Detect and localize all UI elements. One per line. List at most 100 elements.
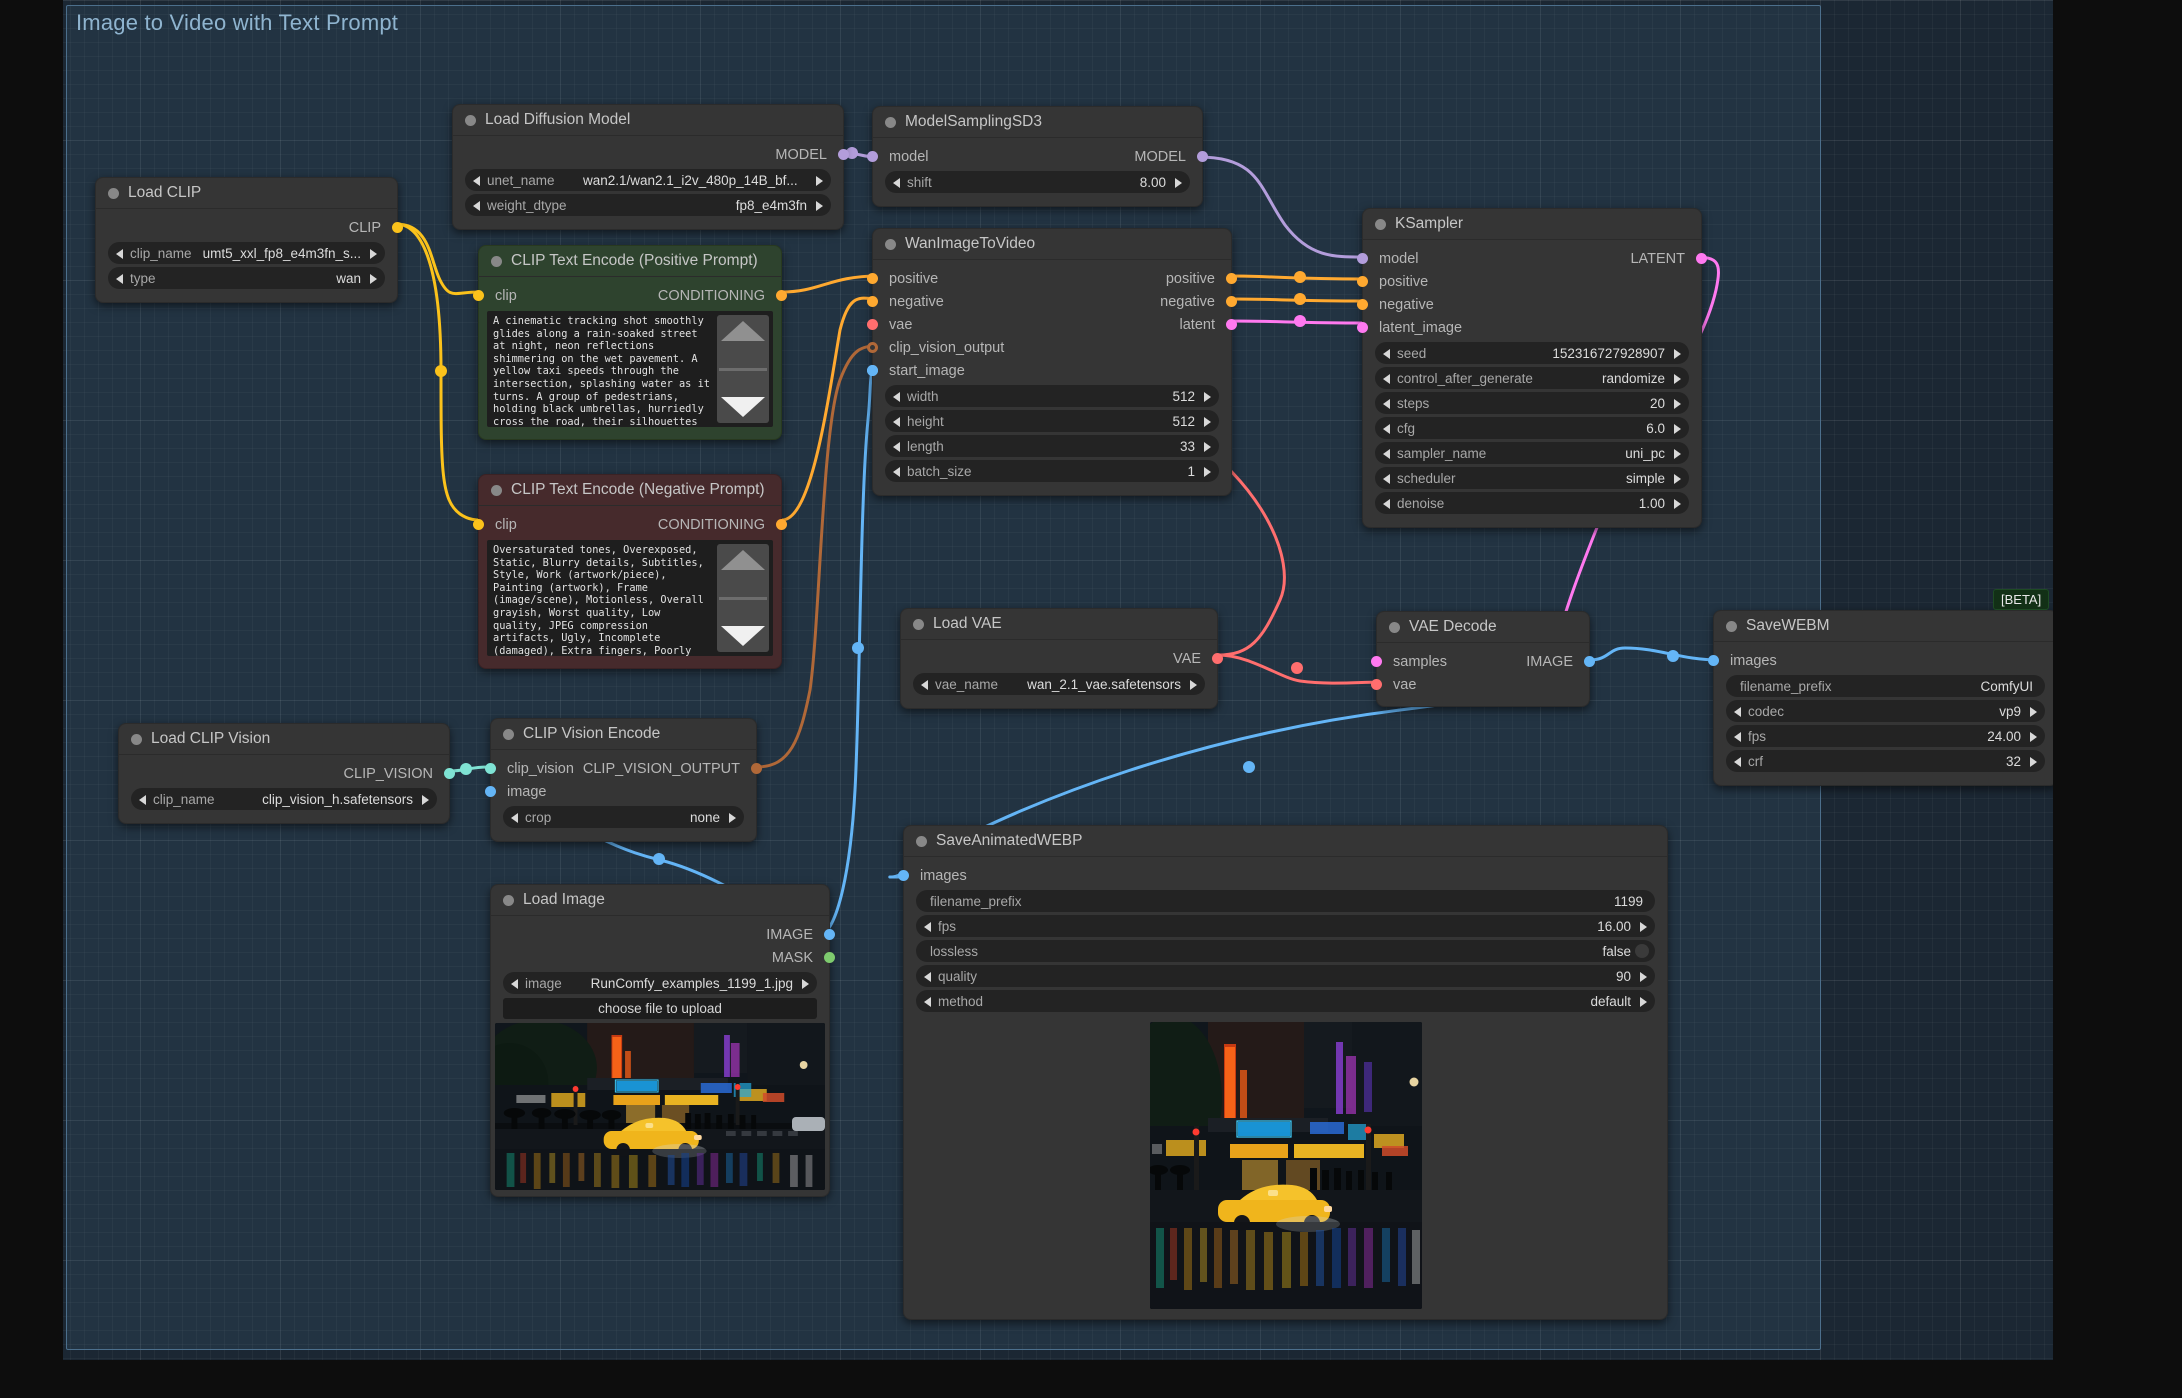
node-wan-image-to-video[interactable]: WanImageToVideo positive positive negati…	[867, 228, 1237, 496]
node-collapse-icon[interactable]	[108, 187, 119, 199]
output-slot-model[interactable]: MODEL	[453, 143, 849, 166]
arrow-right-icon[interactable]	[370, 274, 377, 284]
arrow-left-icon[interactable]	[924, 997, 931, 1007]
input-port-dot[interactable]	[1357, 299, 1368, 310]
arrow-left-icon[interactable]	[473, 176, 480, 186]
output-slot-image[interactable]: IMAGE	[491, 923, 835, 946]
node-collapse-icon[interactable]	[465, 114, 476, 126]
arrow-right-icon[interactable]	[1674, 449, 1681, 459]
input-port-dot[interactable]	[485, 786, 496, 797]
io-slot-row-samples[interactable]: samples IMAGE	[1371, 650, 1595, 673]
widget-type[interactable]: type wan	[108, 267, 385, 289]
io-slot-row-model[interactable]: model MODEL	[867, 145, 1208, 168]
node-load-clip[interactable]: Load CLIP CLIP clip_name umt5_xxl_fp8_e4…	[95, 177, 403, 303]
node-collapse-icon[interactable]	[503, 728, 514, 740]
arrow-right-icon[interactable]	[1640, 922, 1647, 932]
arrow-right-icon[interactable]	[2030, 732, 2037, 742]
input-port-dot[interactable]	[1708, 655, 1719, 666]
widget-crop[interactable]: crop none	[503, 806, 744, 828]
output-port-dot[interactable]	[1197, 151, 1208, 162]
arrow-right-icon[interactable]	[1640, 972, 1647, 982]
io-slot-row-start-image[interactable]: start_image	[867, 359, 1231, 382]
input-port-dot[interactable]	[473, 290, 484, 301]
io-slot-row-vae[interactable]: vae	[1371, 673, 1589, 696]
node-clip-vision-encode[interactable]: CLIP Vision Encode clip_vision CLIP_VISI…	[485, 718, 762, 842]
input-port-dot[interactable]	[485, 763, 496, 774]
node-title-bar[interactable]: VAE Decode	[1377, 612, 1589, 643]
node-load-diffusion-model[interactable]: Load Diffusion Model MODEL unet_name wan…	[452, 104, 849, 230]
widget-steps[interactable]: steps 20	[1375, 392, 1689, 414]
prompt-textarea-wrap[interactable]: Oversaturated tones, Overexposed, Static…	[487, 540, 773, 656]
widget-image[interactable]: image RunComfy_examples_1199_1.jpg	[503, 972, 817, 994]
node-title-bar[interactable]: CLIP Vision Encode	[491, 719, 756, 750]
arrow-left-icon[interactable]	[511, 979, 518, 989]
widget-scheduler[interactable]: scheduler simple	[1375, 467, 1689, 489]
node-collapse-icon[interactable]	[916, 835, 927, 847]
input-port-dot[interactable]	[1357, 253, 1368, 264]
input-port-dot[interactable]	[867, 319, 878, 330]
arrow-right-icon[interactable]	[802, 979, 809, 989]
node-model-sampling-sd3[interactable]: ModelSamplingSD3 model MODEL shift 8.00	[867, 106, 1208, 207]
arrow-left-icon[interactable]	[116, 249, 123, 259]
arrow-left-icon[interactable]	[139, 795, 146, 805]
widget-denoise[interactable]: denoise 1.00	[1375, 492, 1689, 514]
arrow-right-icon[interactable]	[1204, 417, 1211, 427]
node-clip-text-encode-negative[interactable]: CLIP Text Encode (Negative Prompt) clip …	[473, 474, 787, 669]
arrow-left-icon[interactable]	[921, 680, 928, 690]
io-slot-row-negative[interactable]: negative	[1357, 293, 1701, 316]
arrow-left-icon[interactable]	[1383, 499, 1390, 509]
io-slot-row-image[interactable]: image	[485, 780, 756, 803]
io-slot-row-model[interactable]: model LATENT	[1357, 247, 1707, 270]
node-collapse-icon[interactable]	[1375, 218, 1386, 230]
node-collapse-icon[interactable]	[1726, 620, 1737, 632]
widget-codec[interactable]: codec vp9	[1726, 700, 2045, 722]
arrow-right-icon[interactable]	[2030, 757, 2037, 767]
node-collapse-icon[interactable]	[1389, 621, 1400, 633]
output-port-dot[interactable]	[1584, 656, 1595, 667]
arrow-right-icon[interactable]	[1674, 499, 1681, 509]
arrow-right-icon[interactable]	[2030, 707, 2037, 717]
arrow-right-icon[interactable]	[1640, 997, 1647, 1007]
arrow-right-icon[interactable]	[1674, 374, 1681, 384]
output-port-dot[interactable]	[838, 149, 849, 160]
arrow-left-icon[interactable]	[511, 813, 518, 823]
io-slot-row-clip[interactable]: clip CONDITIONING	[473, 513, 787, 536]
arrow-right-icon[interactable]	[422, 795, 429, 805]
arrow-right-icon[interactable]	[816, 176, 823, 186]
arrow-right-icon[interactable]	[1204, 467, 1211, 477]
io-slot-row-latent-image[interactable]: latent_image	[1357, 316, 1701, 339]
widget-fps[interactable]: fps 16.00	[916, 915, 1655, 937]
node-collapse-icon[interactable]	[885, 116, 896, 128]
node-title-bar[interactable]: Load VAE	[901, 609, 1217, 640]
textarea-scrollbar[interactable]	[717, 315, 769, 423]
arrow-left-icon[interactable]	[1383, 399, 1390, 409]
io-slot-row-clip[interactable]: clip CONDITIONING	[473, 284, 787, 307]
toggle-knob[interactable]	[1635, 944, 1649, 958]
io-slot-row-positive[interactable]: positive	[1357, 270, 1701, 293]
arrow-left-icon[interactable]	[116, 274, 123, 284]
scroll-down-icon[interactable]	[721, 397, 765, 417]
arrow-left-icon[interactable]	[893, 392, 900, 402]
output-port-dot[interactable]	[751, 763, 762, 774]
widget-width[interactable]: width 512	[885, 385, 1219, 407]
output-port-dot[interactable]	[1212, 653, 1223, 664]
arrow-left-icon[interactable]	[924, 972, 931, 982]
node-title-bar[interactable]: Load CLIP	[96, 178, 397, 209]
io-slot-row-vae[interactable]: vae latent	[867, 313, 1237, 336]
arrow-left-icon[interactable]	[1383, 349, 1390, 359]
widget-unet-name[interactable]: unet_name wan2.1/wan2.1_i2v_480p_14B_bf.…	[465, 169, 831, 191]
io-slot-row-positive[interactable]: positive positive	[867, 267, 1237, 290]
widget-clip-name[interactable]: clip_name umt5_xxl_fp8_e4m3fn_s...	[108, 242, 385, 264]
io-slot-row-images[interactable]: images	[898, 864, 1667, 887]
node-ksampler[interactable]: KSampler model LATENT positive negative …	[1357, 208, 1707, 528]
input-port-dot[interactable]	[867, 342, 878, 353]
arrow-right-icon[interactable]	[816, 201, 823, 211]
node-collapse-icon[interactable]	[913, 618, 924, 630]
image-preview-save-animated-webp[interactable]	[1149, 1022, 1422, 1309]
arrow-right-icon[interactable]	[370, 249, 377, 259]
widget-weight-dtype[interactable]: weight_dtype fp8_e4m3fn	[465, 194, 831, 216]
widget-seed[interactable]: seed 152316727928907	[1375, 342, 1689, 364]
arrow-right-icon[interactable]	[1674, 399, 1681, 409]
arrow-right-icon[interactable]	[1674, 474, 1681, 484]
input-port-dot[interactable]	[473, 519, 484, 530]
